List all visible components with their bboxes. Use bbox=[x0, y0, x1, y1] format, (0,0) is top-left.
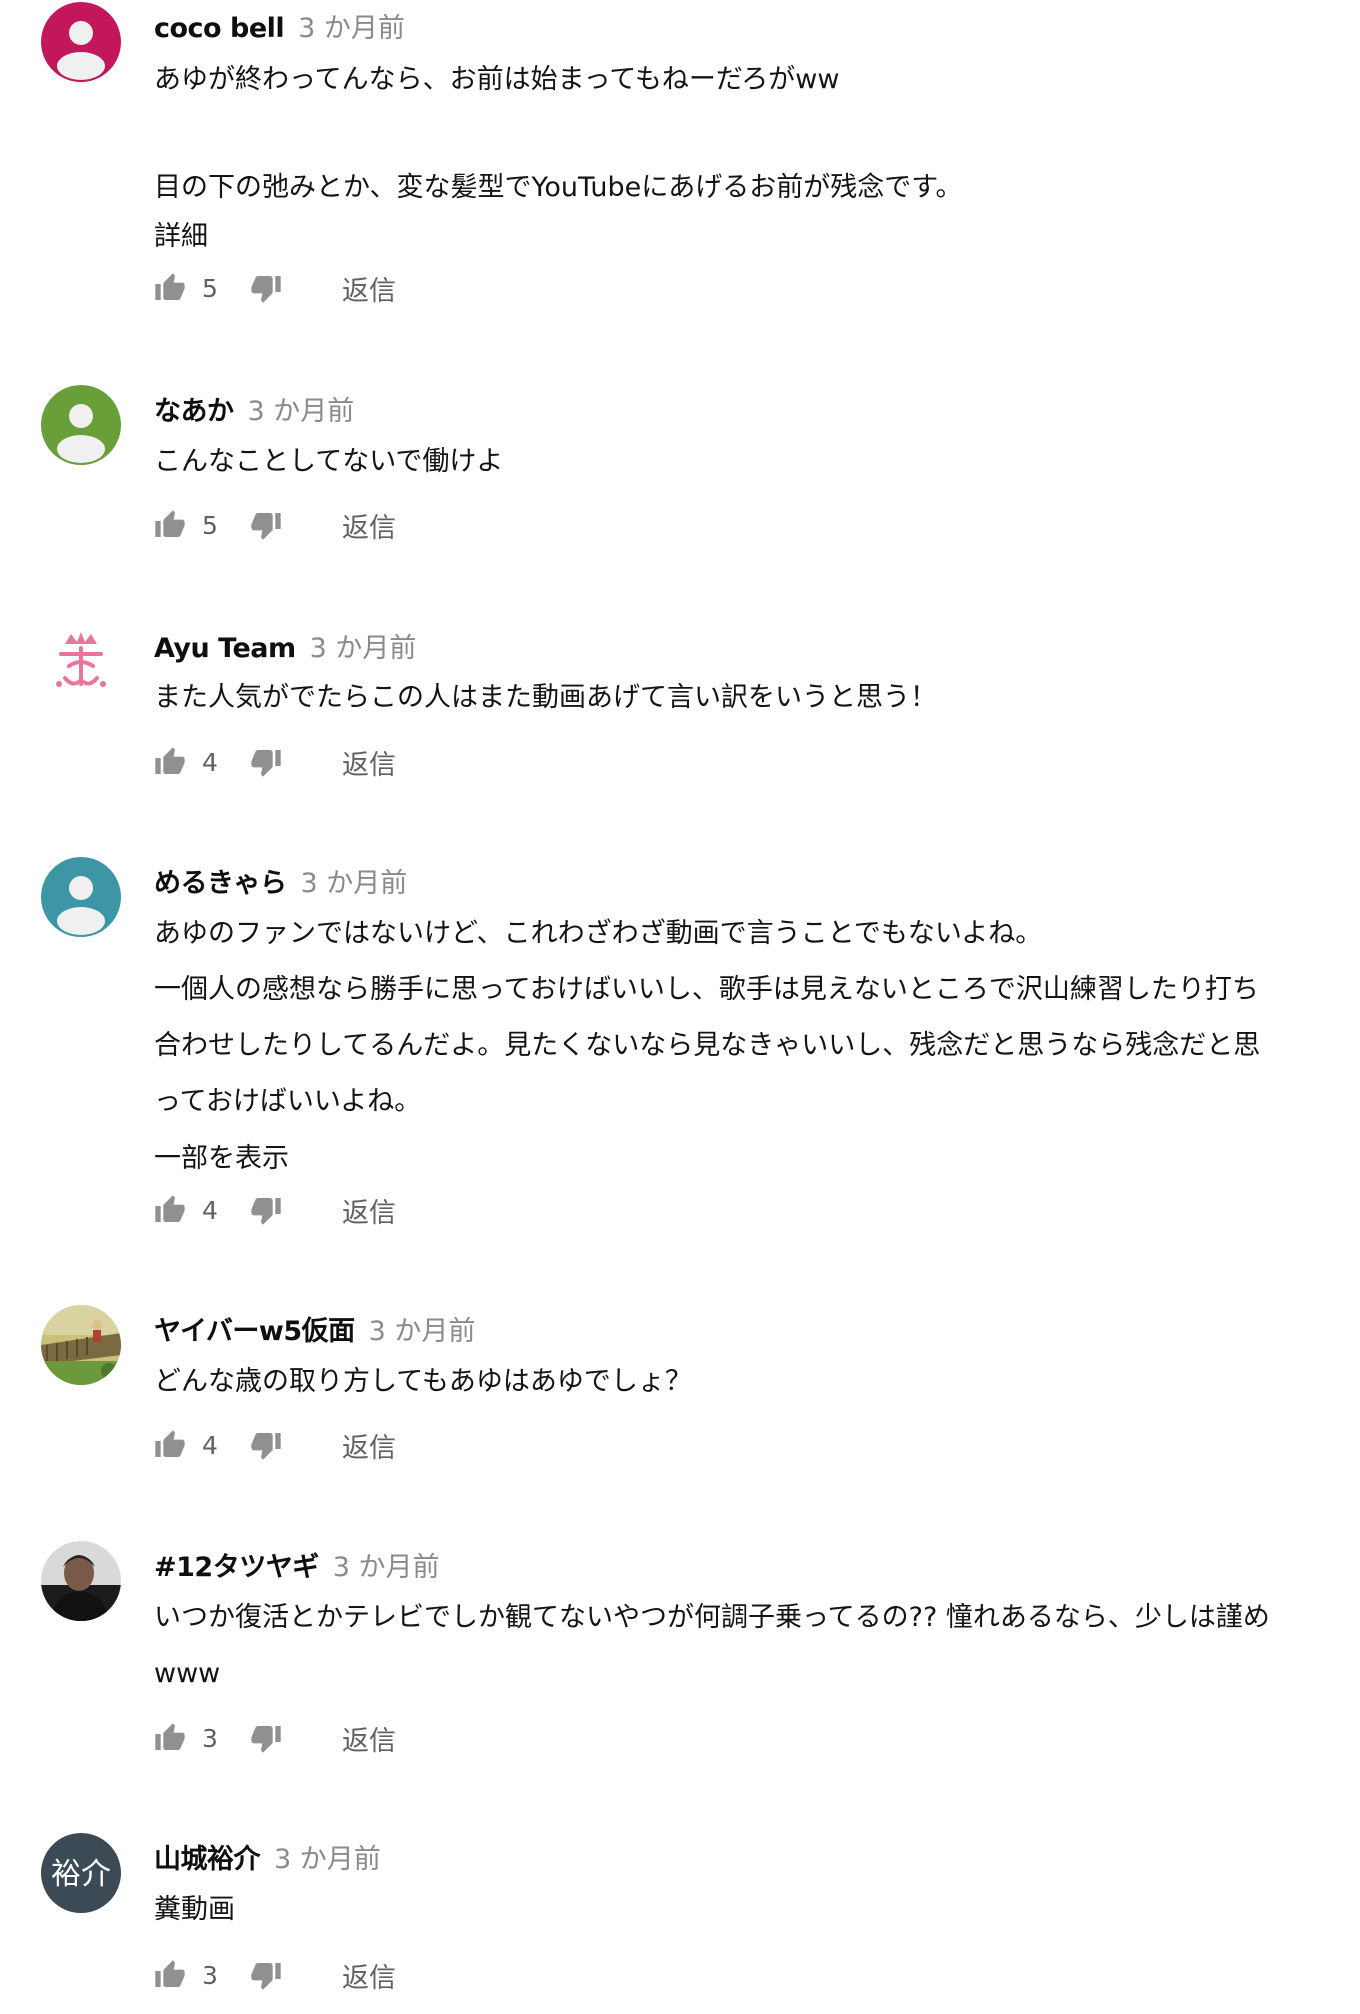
comment-header: #12タツヤギ 3 か月前 bbox=[154, 1545, 439, 1585]
reply-button[interactable]: 返信 bbox=[342, 1719, 396, 1758]
like-count: 4 bbox=[202, 1430, 218, 1460]
reply-button[interactable]: 返信 bbox=[342, 1956, 396, 1995]
comment-actions: 4 返信 bbox=[154, 1425, 396, 1465]
thumbs-up-icon[interactable] bbox=[154, 272, 186, 304]
comment-timestamp[interactable]: 3 か月前 bbox=[369, 1309, 476, 1348]
svg-text:裕介: 裕介 bbox=[51, 1857, 111, 1892]
avatar[interactable] bbox=[41, 1305, 121, 1385]
comment-text: また人気がでたらこの人はまた動画あげて言い訳をいうと思う！ bbox=[154, 682, 937, 713]
avatar[interactable] bbox=[41, 385, 121, 465]
comment-header: Ayu Team 3 か月前 bbox=[154, 626, 416, 666]
comment-header: 山城裕介 3 か月前 bbox=[154, 1837, 381, 1877]
comment-timestamp[interactable]: 3 か月前 bbox=[301, 861, 408, 900]
reply-button[interactable]: 返信 bbox=[342, 1426, 396, 1465]
comment-header: なあか 3 か月前 bbox=[154, 389, 354, 429]
reply-button[interactable]: 返信 bbox=[342, 269, 396, 308]
author-name[interactable]: Ayu Team bbox=[154, 633, 296, 664]
comment-text: どんな歳の取り方してもあゆはあゆでしょ？ bbox=[154, 1366, 692, 1397]
comment-actions: 3 返信 bbox=[154, 1718, 396, 1758]
read-more-link[interactable]: 詳細 bbox=[154, 216, 208, 258]
avatar[interactable]: 裕介 bbox=[41, 1833, 121, 1913]
thumbs-up-icon[interactable] bbox=[154, 746, 186, 778]
author-name[interactable]: 山城裕介 bbox=[154, 1837, 261, 1876]
comment-actions: 5 返信 bbox=[154, 505, 396, 545]
read-more-link[interactable]: 一部を表示 bbox=[154, 1138, 289, 1180]
thumbs-up-icon[interactable] bbox=[154, 1194, 186, 1226]
avatar[interactable] bbox=[41, 2, 121, 82]
author-name[interactable]: #12タツヤギ bbox=[154, 1545, 319, 1584]
comment-timestamp[interactable]: 3 か月前 bbox=[333, 1545, 440, 1584]
comment-text: 合わせしたりしてるんだよ。見たくないなら見なきゃいいし、残念だと思うなら残念だと… bbox=[154, 1030, 1261, 1061]
like-count: 4 bbox=[202, 1195, 218, 1225]
author-name[interactable]: ヤイバーw5仮面 bbox=[154, 1309, 355, 1348]
like-count: 4 bbox=[202, 747, 218, 777]
avatar[interactable] bbox=[41, 1541, 121, 1621]
comments-list: coco bell 3 か月前 あゆが終わってんなら、お前は始まってもねーだろがww… bbox=[0, 0, 1360, 2014]
reply-button[interactable]: 返信 bbox=[342, 743, 396, 782]
comment-text: www bbox=[154, 1658, 221, 1689]
comment-timestamp[interactable]: 3 か月前 bbox=[248, 389, 355, 428]
comment-actions: 4 返信 bbox=[154, 742, 396, 782]
comment-text: いつか復活とかテレビでしか観てないやつが何調子乗ってるの?? 憧れあるなら、少し… bbox=[154, 1602, 1270, 1633]
author-name[interactable]: めるきゃら bbox=[154, 861, 287, 900]
comment-text: 一個人の感想なら勝手に思っておけばいいし、歌手は見えないところで沢山練習したり打… bbox=[154, 974, 1259, 1005]
comment-text: 目の下の弛みとか、変な髪型でYouTubeにあげるお前が残念です。 bbox=[154, 172, 963, 203]
comment-header: めるきゃら 3 か月前 bbox=[154, 861, 407, 901]
comment-actions: 5 返信 bbox=[154, 268, 396, 308]
comment-actions: 3 返信 bbox=[154, 1955, 396, 1995]
comment-timestamp[interactable]: 3 か月前 bbox=[298, 6, 405, 45]
thumbs-down-icon[interactable] bbox=[250, 509, 282, 541]
comment-text: 糞動画 bbox=[154, 1894, 235, 1925]
comment-header: coco bell 3 か月前 bbox=[154, 6, 405, 46]
author-name[interactable]: coco bell bbox=[154, 13, 285, 44]
comment-text: あゆのファンではないけど、これわざわざ動画で言うことでもないよね。 bbox=[154, 918, 1043, 949]
comment-text: っておけばいいよね。 bbox=[154, 1086, 422, 1117]
like-count: 3 bbox=[202, 1723, 218, 1753]
comment-text: あゆが終わってんなら、お前は始まってもねーだろがww bbox=[154, 64, 840, 95]
thumbs-down-icon[interactable] bbox=[250, 1959, 282, 1991]
avatar[interactable] bbox=[41, 857, 121, 937]
comment-timestamp[interactable]: 3 か月前 bbox=[274, 1837, 381, 1876]
thumbs-down-icon[interactable] bbox=[250, 272, 282, 304]
comment-text: こんなことしてないで働けよ bbox=[154, 446, 504, 477]
thumbs-down-icon[interactable] bbox=[250, 1429, 282, 1461]
comment-timestamp[interactable]: 3 か月前 bbox=[310, 626, 417, 665]
like-count: 5 bbox=[202, 510, 218, 540]
author-name[interactable]: なあか bbox=[154, 389, 234, 428]
comment-header: ヤイバーw5仮面 3 か月前 bbox=[154, 1309, 475, 1349]
like-count: 5 bbox=[202, 273, 218, 303]
avatar[interactable] bbox=[41, 622, 121, 702]
reply-button[interactable]: 返信 bbox=[342, 1191, 396, 1230]
like-count: 3 bbox=[202, 1960, 218, 1990]
thumbs-up-icon[interactable] bbox=[154, 1722, 186, 1754]
comment-actions: 4 返信 bbox=[154, 1190, 396, 1230]
thumbs-up-icon[interactable] bbox=[154, 1429, 186, 1461]
reply-button[interactable]: 返信 bbox=[342, 506, 396, 545]
thumbs-up-icon[interactable] bbox=[154, 1959, 186, 1991]
thumbs-down-icon[interactable] bbox=[250, 1722, 282, 1754]
thumbs-up-icon[interactable] bbox=[154, 509, 186, 541]
thumbs-down-icon[interactable] bbox=[250, 1194, 282, 1226]
thumbs-down-icon[interactable] bbox=[250, 746, 282, 778]
